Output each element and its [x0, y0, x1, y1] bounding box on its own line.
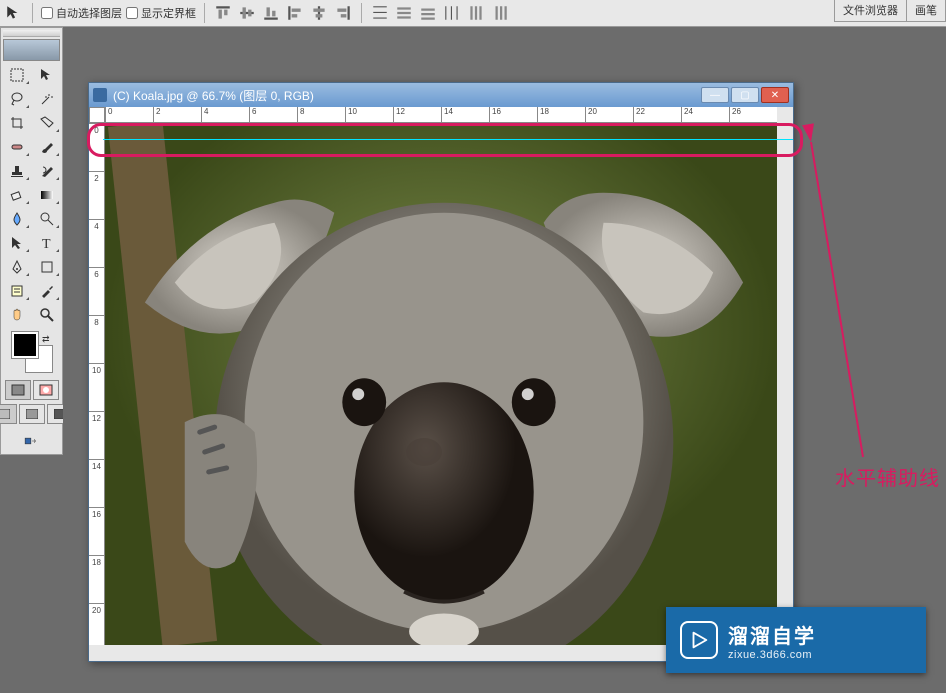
close-button[interactable]: ✕	[761, 87, 789, 103]
show-transform-label: 显示定界框	[141, 5, 196, 21]
crop-tool-icon[interactable]	[3, 112, 31, 134]
gradient-tool-icon[interactable]	[33, 184, 61, 206]
screen-standard-icon[interactable]	[0, 404, 17, 424]
show-transform-checkbox[interactable]: 显示定界框	[126, 5, 196, 21]
document-window: (C) Koala.jpg @ 66.7% (图层 0, RGB) — ▢ ✕ …	[88, 82, 794, 662]
koala-image	[105, 123, 777, 645]
align-bottom-icon[interactable]	[261, 3, 281, 23]
path-select-tool-icon[interactable]	[3, 232, 31, 254]
shape-tool-icon[interactable]	[33, 256, 61, 278]
eraser-tool-icon[interactable]	[3, 184, 31, 206]
tab-file-browser[interactable]: 文件浏览器	[834, 0, 907, 22]
vertical-ruler[interactable]: 0246810121416182022	[89, 123, 105, 645]
workspace: (C) Koala.jpg @ 66.7% (图层 0, RGB) — ▢ ✕ …	[63, 27, 946, 693]
blur-tool-icon[interactable]	[3, 208, 31, 230]
lasso-tool-icon[interactable]	[3, 88, 31, 110]
notes-tool-icon[interactable]	[3, 280, 31, 302]
swap-colors-icon[interactable]: ⇄	[42, 334, 50, 345]
jump-to-imageready-icon[interactable]	[3, 430, 60, 452]
document-icon	[93, 88, 107, 102]
watermark-title: 溜溜自学	[728, 620, 816, 649]
zoom-tool-icon[interactable]	[33, 304, 61, 326]
align-left-icon[interactable]	[285, 3, 305, 23]
color-swatches[interactable]: ⇄	[12, 332, 52, 372]
document-title: (C) Koala.jpg @ 66.7% (图层 0, RGB)	[113, 87, 314, 104]
stamp-tool-icon[interactable]	[3, 160, 31, 182]
eyedropper-tool-icon[interactable]	[33, 280, 61, 302]
slice-tool-icon[interactable]	[33, 112, 61, 134]
history-brush-tool-icon[interactable]	[33, 160, 61, 182]
distribute-bottom-icon[interactable]	[418, 3, 438, 23]
watermark-logo-icon	[680, 621, 718, 659]
tab-brushes[interactable]: 画笔	[906, 0, 946, 22]
distribute-right-icon[interactable]	[490, 3, 510, 23]
right-panel-tabs: 文件浏览器 画笔	[835, 0, 946, 22]
options-bar: 自动选择图层 显示定界框	[0, 0, 946, 27]
minimize-button[interactable]: —	[701, 87, 729, 103]
watermark-badge: 溜溜自学 zixue.3d66.com	[666, 607, 926, 673]
hand-tool-icon[interactable]	[3, 304, 31, 326]
auto-select-layer-checkbox[interactable]: 自动选择图层	[41, 5, 122, 21]
screen-full-menubar-icon[interactable]	[19, 404, 45, 424]
standard-mode-icon[interactable]	[5, 380, 31, 400]
type-tool-icon[interactable]: T	[33, 232, 61, 254]
auto-select-layer-label: 自动选择图层	[56, 5, 122, 21]
pen-tool-icon[interactable]	[3, 256, 31, 278]
toolbox-header-image	[3, 39, 60, 61]
quickmask-mode-icon[interactable]	[33, 380, 59, 400]
separator	[32, 3, 33, 23]
distribute-top-icon[interactable]	[370, 3, 390, 23]
svg-text:T: T	[42, 237, 51, 251]
canvas[interactable]	[105, 123, 777, 645]
align-right-icon[interactable]	[333, 3, 353, 23]
annotation-label: 水平辅助线	[835, 462, 940, 491]
heal-tool-icon[interactable]	[3, 136, 31, 158]
align-vcenter-icon[interactable]	[237, 3, 257, 23]
marquee-tool-icon[interactable]	[3, 64, 31, 86]
align-hcenter-icon[interactable]	[309, 3, 329, 23]
toolbox-drag-handle[interactable]	[3, 30, 60, 37]
separator	[204, 3, 205, 23]
foreground-color-swatch[interactable]	[12, 332, 38, 358]
ruler-origin[interactable]	[89, 107, 105, 123]
watermark-url: zixue.3d66.com	[728, 649, 816, 661]
move-tool-icon[interactable]	[33, 64, 61, 86]
toolbox: T ⇄	[0, 27, 63, 455]
horizontal-ruler[interactable]: 02468101214161820222426	[105, 107, 777, 123]
dodge-tool-icon[interactable]	[33, 208, 61, 230]
distribute-left-icon[interactable]	[442, 3, 462, 23]
separator	[361, 3, 362, 23]
maximize-button[interactable]: ▢	[731, 87, 759, 103]
titlebar[interactable]: (C) Koala.jpg @ 66.7% (图层 0, RGB) — ▢ ✕	[89, 83, 793, 107]
move-tool-indicator-icon[interactable]	[4, 3, 24, 23]
wand-tool-icon[interactable]	[33, 88, 61, 110]
distribute-vcenter-icon[interactable]	[394, 3, 414, 23]
distribute-hcenter-icon[interactable]	[466, 3, 486, 23]
align-top-icon[interactable]	[213, 3, 233, 23]
brush-tool-icon[interactable]	[33, 136, 61, 158]
